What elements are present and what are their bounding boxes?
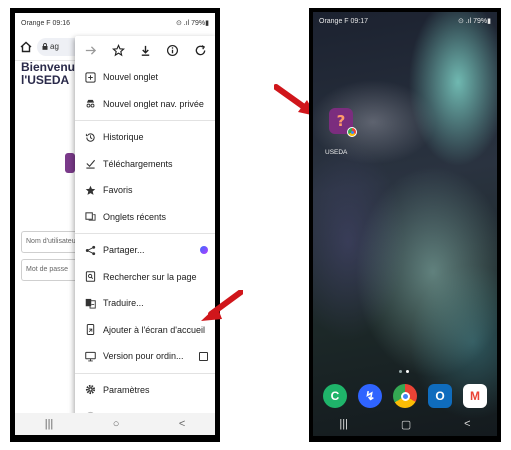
- messenger-icon: [200, 246, 208, 255]
- home-screen: Orange F 09:17 ⊙ .ıl 79%▮ ? USEDA C ↯ O …: [313, 12, 497, 436]
- menu-item-bookmarks[interactable]: Favoris: [75, 177, 215, 204]
- menu-item-share[interactable]: Partager...: [75, 237, 215, 264]
- menu-divider: [75, 233, 215, 234]
- menu-item-recent-tabs[interactable]: Onglets récents: [75, 204, 215, 231]
- new-tab-icon: [84, 71, 96, 83]
- gmail-app-icon[interactable]: M: [463, 384, 487, 408]
- menu-item-desktop-site[interactable]: Version pour ordin...: [75, 343, 215, 370]
- menu-item-label: Rechercher sur la page: [103, 271, 197, 282]
- page-info-icon[interactable]: [166, 43, 180, 57]
- download-icon[interactable]: [138, 43, 152, 57]
- home-icon[interactable]: [19, 40, 33, 54]
- downloads-icon: [84, 158, 96, 170]
- outlook-app-icon[interactable]: O: [428, 384, 452, 408]
- history-icon: [84, 131, 96, 143]
- find-in-page-icon: [84, 271, 96, 283]
- useda-logo-glyph: ?: [336, 112, 346, 130]
- menu-item-label: Version pour ordin...: [103, 351, 184, 362]
- useda-logo-fragment: [65, 153, 75, 173]
- left-phone: Orange F 09:16 ⊙ .ıl 79%▮ ag Bienvenue l…: [10, 8, 220, 442]
- settings-icon: [84, 384, 96, 396]
- android-nav-bar: ||| ○ <: [15, 413, 215, 435]
- password-field[interactable]: Mot de passe: [21, 259, 81, 281]
- left-phone-screen: Orange F 09:16 ⊙ .ıl 79%▮ ag Bienvenue l…: [15, 13, 215, 435]
- app-dock: C ↯ O M: [323, 384, 487, 408]
- bookmark-star-icon[interactable]: [111, 43, 125, 57]
- menu-item-label: Favoris: [103, 185, 133, 196]
- recents-button[interactable]: |||: [45, 418, 54, 430]
- red-arrow-menu-icon: [201, 290, 243, 321]
- right-phone: Orange F 09:17 ⊙ .ıl 79%▮ ? USEDA C ↯ O …: [309, 8, 501, 442]
- useda-app-icon: ?: [329, 108, 357, 137]
- refresh-icon[interactable]: [193, 43, 207, 57]
- star-icon: [84, 184, 96, 196]
- menu-item-label: Nouvel onglet: [103, 72, 159, 83]
- lock-icon: [42, 43, 48, 50]
- home-button[interactable]: ▢: [401, 418, 411, 431]
- menu-divider: [75, 120, 215, 121]
- outlook-glyph: O: [435, 389, 445, 403]
- menu-item-new-incognito-tab[interactable]: Nouvel onglet nav. privée: [75, 91, 215, 118]
- menu-item-label: Paramètres: [103, 384, 150, 395]
- gmail-glyph: M: [470, 389, 480, 403]
- carrier-time: Orange F 09:17: [319, 17, 369, 25]
- menu-item-history[interactable]: Historique: [75, 124, 215, 151]
- incognito-icon: [84, 98, 96, 110]
- menu-item-label: Ajouter à l'écran d'accueil: [103, 324, 205, 335]
- phone-app-icon[interactable]: C: [323, 384, 347, 408]
- menu-item-new-tab[interactable]: Nouvel onglet: [75, 64, 215, 91]
- home-button[interactable]: ○: [113, 418, 120, 430]
- menu-item-label: Onglets récents: [103, 211, 167, 222]
- useda-app-shortcut[interactable]: ?: [329, 108, 357, 138]
- status-bar: Orange F 09:16 ⊙ .ıl 79%▮: [15, 13, 215, 33]
- menu-item-label: Téléchargements: [103, 158, 173, 169]
- chrome-badge-icon: [347, 127, 357, 137]
- menu-toolbar: [75, 36, 215, 64]
- translate-icon: [84, 297, 96, 309]
- menu-item-downloads[interactable]: Téléchargements: [75, 151, 215, 178]
- page-dot: [399, 370, 402, 373]
- back-button[interactable]: <: [179, 418, 185, 430]
- recent-tabs-icon: [84, 211, 96, 223]
- recents-button[interactable]: |||: [339, 418, 348, 430]
- back-button[interactable]: <: [464, 418, 470, 430]
- username-field[interactable]: Nom d'utilisateur: [21, 231, 81, 253]
- carrier-time: Orange F 09:16: [21, 19, 71, 27]
- status-indicators: ⊙ .ıl 79%▮: [175, 20, 209, 27]
- desktop-site-checkbox[interactable]: [199, 351, 208, 361]
- phone-glyph: C: [330, 389, 340, 403]
- url-text: ag: [50, 42, 59, 51]
- messenger-glyph: ↯: [364, 389, 376, 403]
- chrome-app-icon[interactable]: [393, 384, 417, 408]
- share-icon: [84, 244, 96, 256]
- android-nav-bar: ||| ▢ <: [313, 412, 497, 436]
- page-indicator: [399, 370, 409, 373]
- status-bar: Orange F 09:17 ⊙ .ıl 79%▮: [313, 12, 497, 30]
- menu-item-label: Nouvel onglet nav. privée: [103, 98, 204, 109]
- desktop-icon: [84, 350, 96, 362]
- forward-icon[interactable]: [84, 43, 98, 57]
- menu-item-add-to-home-screen[interactable]: Ajouter à l'écran d'accueil: [75, 317, 215, 344]
- menu-item-settings[interactable]: Paramètres: [75, 377, 215, 404]
- menu-item-find-in-page[interactable]: Rechercher sur la page: [75, 264, 215, 291]
- page-dot-active: [406, 370, 409, 373]
- menu-item-label: Historique: [103, 132, 144, 143]
- browser-overflow-menu: Nouvel onglet Nouvel onglet nav. privée …: [75, 36, 215, 422]
- chrome-center: [400, 391, 410, 401]
- add-to-home-icon: [84, 324, 96, 336]
- status-indicators: ⊙ .ıl 79%▮: [457, 18, 491, 25]
- messenger-app-icon[interactable]: ↯: [358, 384, 382, 408]
- app-label: USEDA: [325, 149, 348, 156]
- menu-divider: [75, 372, 215, 374]
- menu-item-translate[interactable]: Traduire...: [75, 290, 215, 317]
- menu-item-label: Partager...: [103, 245, 145, 256]
- menu-item-label: Traduire...: [103, 298, 144, 309]
